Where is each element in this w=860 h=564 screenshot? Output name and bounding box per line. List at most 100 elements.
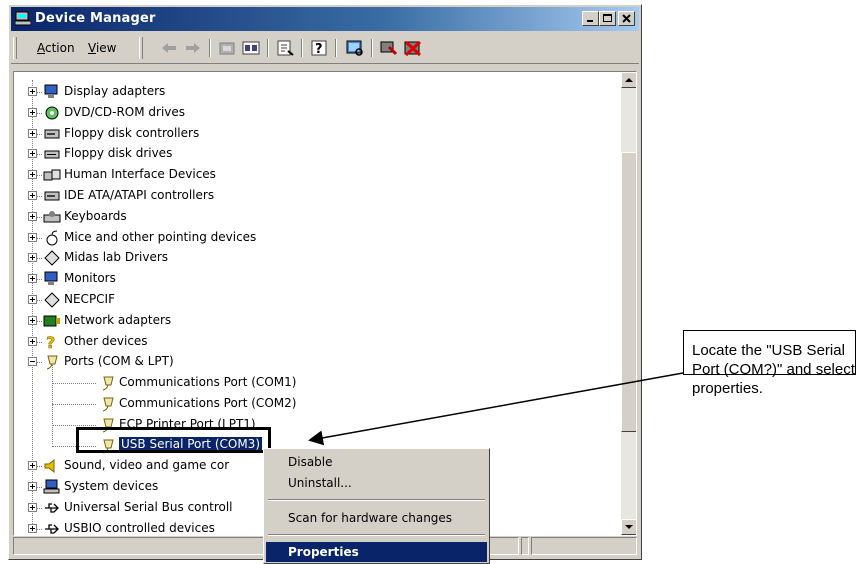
window-title: Device Manager [35, 11, 156, 26]
tree-node-label: Floppy disk controllers [64, 125, 200, 140]
expand-toggle[interactable] [28, 128, 37, 138]
tree-node[interactable]: Floppy disk controllers [14, 124, 614, 144]
expand-toggle[interactable] [28, 253, 37, 263]
computer-icon [43, 479, 60, 494]
title-bar[interactable]: Device Manager [11, 7, 639, 31]
hid-icon [43, 169, 61, 181]
device-icon [44, 250, 60, 267]
vertical-scrollbar[interactable] [621, 72, 636, 535]
tree-child-node[interactable]: Communications Port (COM2) [14, 394, 614, 414]
expand-toggle[interactable] [28, 295, 37, 304]
tree-node[interactable]: Monitors [14, 269, 614, 289]
expand-toggle[interactable] [28, 232, 37, 242]
tree-branch-line [37, 154, 42, 156]
menu-item-uninstall[interactable]: Uninstall... [266, 473, 487, 493]
collapse-toggle[interactable] [28, 357, 37, 367]
device-manager-icon [15, 11, 31, 26]
ide-icon [44, 191, 60, 201]
uninstall-icon[interactable] [403, 39, 423, 57]
toolbar-grip-2[interactable] [139, 37, 143, 59]
scan-hardware-icon[interactable] [345, 39, 365, 57]
arrow-down-icon [625, 525, 633, 529]
expand-toggle[interactable] [28, 336, 37, 346]
tree-node[interactable]: Display adapters [14, 82, 614, 102]
menu-item-properties-label: Properties [288, 545, 359, 559]
minimize-button[interactable] [582, 11, 599, 26]
usb-icon [45, 503, 59, 513]
tree-node-label: Midas lab Drivers [64, 250, 169, 265]
update-driver-icon[interactable] [379, 39, 399, 57]
status-pane-3 [531, 537, 637, 555]
tree-branch-line [52, 383, 96, 385]
selection-highlight-box [76, 427, 271, 453]
menu-item-disable-label: Disable [288, 455, 333, 469]
toolbar-separator [209, 39, 211, 57]
up-level-icon[interactable] [217, 39, 237, 57]
menu-item-scan-hardware[interactable]: Scan for hardware changes [266, 508, 487, 528]
menu-action[interactable]: Action [37, 41, 75, 55]
network-icon [43, 315, 60, 327]
expand-toggle[interactable] [28, 523, 37, 533]
show-hide-tree-icon[interactable] [241, 39, 261, 57]
keyboard-icon [43, 210, 61, 223]
tree-node[interactable]: Network adapters [14, 311, 614, 331]
back-icon[interactable] [159, 39, 179, 57]
tree-node[interactable]: Mice and other pointing devices [14, 228, 614, 248]
tree-node[interactable]: Human Interface Devices [14, 165, 614, 185]
forward-icon[interactable] [183, 39, 203, 57]
expand-toggle[interactable] [28, 107, 37, 117]
tree-node-label: Universal Serial Bus controll [64, 500, 233, 514]
expand-toggle[interactable] [28, 191, 37, 200]
tree-node-label: Monitors [64, 271, 116, 286]
expand-toggle[interactable] [28, 274, 37, 284]
tree-branch-line [37, 466, 42, 468]
tree-node[interactable]: Midas lab Drivers [14, 248, 614, 268]
tree-node-label: Ports (COM & LPT) [64, 354, 174, 369]
tree-branch-line [37, 133, 42, 135]
maximize-button[interactable] [599, 11, 616, 26]
tree-child-node[interactable]: Communications Port (COM1) [14, 373, 614, 393]
menu-view[interactable]: View [88, 41, 116, 55]
tree-node-label: Network adapters [64, 312, 172, 327]
tree-node-label: System devices [64, 479, 159, 494]
toolbar-separator-2 [267, 39, 269, 57]
help-icon[interactable]: ? [309, 39, 329, 57]
toolbar-grip[interactable] [13, 37, 17, 59]
close-button[interactable] [618, 11, 635, 26]
menu-separator [268, 499, 485, 501]
scroll-up-button[interactable] [621, 72, 636, 88]
tree-node-label: IDE ATA/ATAPI controllers [64, 188, 215, 202]
tree-node[interactable]: ? Other devices [14, 332, 614, 352]
expand-toggle[interactable] [28, 211, 37, 221]
menu-item-disable[interactable]: Disable [266, 452, 487, 472]
tree-node-label: DVD/CD-ROM drives [64, 104, 186, 119]
toolbar-separator-3 [301, 39, 303, 57]
expand-toggle[interactable] [28, 149, 37, 159]
svg-text:?: ? [46, 334, 55, 350]
expand-toggle[interactable] [28, 87, 37, 96]
tree-node[interactable]: DVD/CD-ROM drives [14, 103, 614, 123]
context-menu: Disable Uninstall... Scan for hardware c… [263, 448, 490, 564]
menu-item-properties[interactable]: Properties [266, 542, 487, 562]
tree-branch-line [37, 92, 42, 93]
expand-toggle[interactable] [28, 482, 37, 492]
tree-node[interactable]: NECPCIF [14, 290, 614, 310]
tree-node-label: USBIO controlled devices [64, 520, 215, 535]
tree-branch-line [37, 175, 42, 177]
expand-toggle[interactable] [28, 503, 37, 512]
scroll-down-button[interactable] [621, 519, 636, 535]
tree-node[interactable]: IDE ATA/ATAPI controllers [14, 186, 614, 206]
tree-branch-line [37, 362, 42, 364]
properties-icon[interactable] [275, 39, 295, 57]
tree-node[interactable]: Floppy disk drives [14, 144, 614, 164]
tree-node[interactable]: Keyboards [14, 207, 614, 227]
tree-node[interactable]: Ports (COM & LPT) [14, 352, 614, 372]
tree-branch-line [37, 237, 42, 239]
expand-toggle[interactable] [28, 315, 37, 325]
expand-toggle[interactable] [28, 170, 37, 180]
tree-branch-line [37, 320, 42, 322]
scroll-thumb[interactable] [621, 152, 636, 432]
mouse-icon [46, 230, 58, 246]
status-pane-2 [521, 537, 529, 555]
expand-toggle[interactable] [28, 461, 37, 471]
